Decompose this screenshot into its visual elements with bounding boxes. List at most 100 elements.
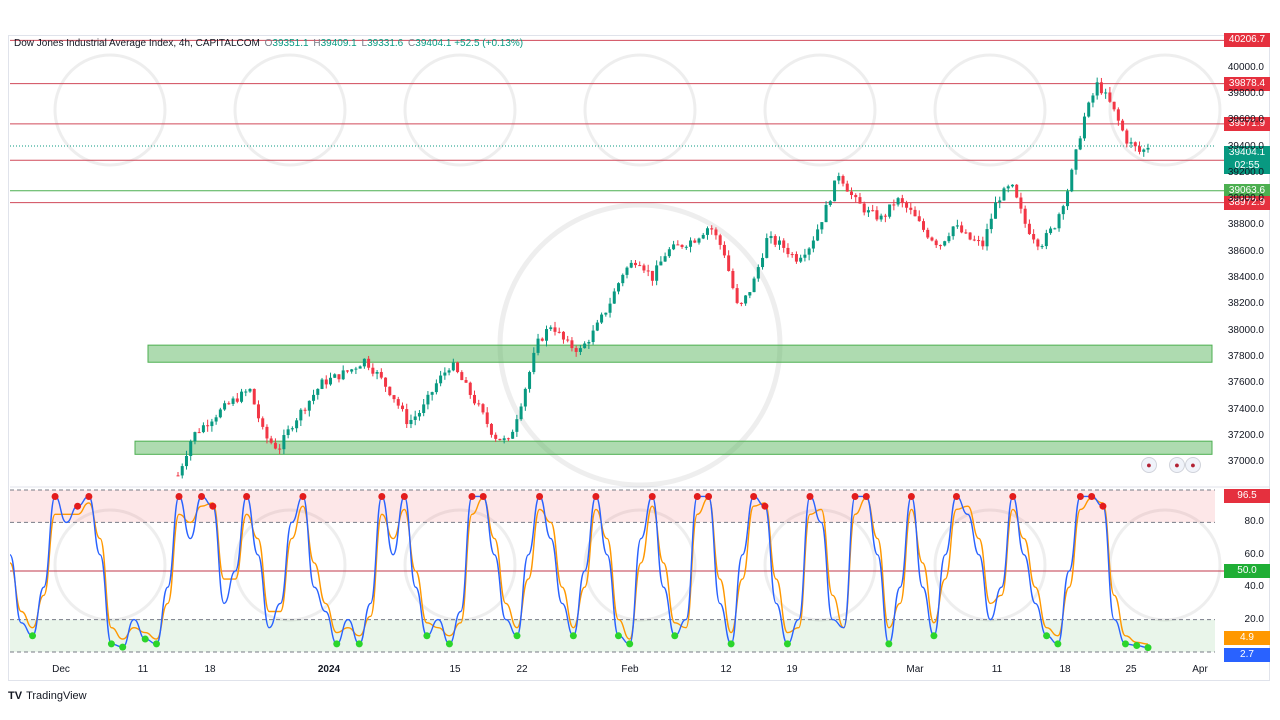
price-candle bbox=[337, 374, 341, 380]
watermark-seal bbox=[1108, 53, 1222, 167]
price-candle bbox=[985, 229, 989, 247]
close-value: 39404.1 bbox=[415, 38, 452, 49]
buy-signal-dot bbox=[626, 640, 634, 648]
buy-signal-dot bbox=[513, 632, 521, 640]
price-candle bbox=[316, 388, 320, 395]
price-candle bbox=[1142, 149, 1146, 152]
price-candle bbox=[218, 409, 222, 418]
price-candle bbox=[769, 236, 773, 239]
price-tick-label: 38400.0 bbox=[1227, 272, 1264, 284]
price-candle bbox=[866, 210, 870, 213]
price-candle bbox=[947, 236, 951, 242]
price-chart[interactable] bbox=[0, 0, 1280, 720]
price-candle bbox=[816, 229, 820, 241]
price-candle bbox=[566, 339, 570, 341]
price-candle bbox=[905, 202, 909, 208]
price-candle bbox=[693, 240, 697, 243]
price-candle bbox=[1125, 130, 1129, 144]
open-value: 39351.1 bbox=[272, 38, 309, 49]
time-tick-label: Apr bbox=[1192, 664, 1208, 675]
price-candle bbox=[515, 419, 519, 432]
price-candle bbox=[180, 466, 184, 476]
price-candle bbox=[879, 215, 883, 220]
watermark-seal bbox=[1108, 508, 1222, 622]
us-flag-icon[interactable]: ● bbox=[1185, 457, 1201, 473]
buy-signal-dot bbox=[1121, 640, 1129, 648]
price-candle bbox=[324, 379, 328, 385]
price-candle bbox=[617, 283, 621, 292]
price-candle bbox=[1066, 191, 1070, 207]
buy-signal-dot bbox=[614, 632, 622, 640]
price-candle bbox=[735, 288, 739, 303]
price-candle bbox=[549, 327, 553, 330]
price-candle bbox=[1112, 101, 1116, 110]
sell-signal-dot bbox=[175, 492, 183, 500]
buy-signal-dot bbox=[885, 640, 893, 648]
price-candle bbox=[464, 380, 468, 383]
sell-signal-dot bbox=[468, 492, 476, 500]
price-candle bbox=[210, 421, 214, 427]
price-candle bbox=[197, 432, 201, 434]
us-flag-icon[interactable]: ● bbox=[1169, 457, 1185, 473]
zone-box bbox=[134, 440, 1213, 455]
time-tick-label: 19 bbox=[786, 664, 798, 675]
price-candle bbox=[782, 240, 786, 248]
price-candle bbox=[820, 222, 824, 230]
buy-signal-dot bbox=[107, 640, 115, 648]
price-candle bbox=[710, 228, 714, 230]
price-candle bbox=[587, 342, 591, 344]
price-candle bbox=[595, 322, 599, 331]
stoch-d-tag: 4.9 bbox=[1224, 631, 1270, 646]
price-candle bbox=[1074, 149, 1078, 170]
price-candle bbox=[756, 267, 760, 279]
change-value: +52.5 (+0.13%) bbox=[454, 38, 524, 49]
price-candle bbox=[807, 248, 811, 255]
price-candle bbox=[286, 429, 290, 436]
watermark-seal bbox=[763, 53, 877, 167]
sell-signal-dot bbox=[1076, 492, 1084, 500]
price-candle bbox=[523, 388, 527, 407]
price-candle bbox=[1036, 239, 1040, 247]
price-candle bbox=[405, 409, 409, 425]
price-candle bbox=[502, 438, 506, 441]
us-flag-icon[interactable]: ● bbox=[1141, 457, 1157, 473]
price-candle bbox=[328, 377, 332, 385]
price-candle bbox=[201, 425, 205, 433]
price-candle bbox=[1015, 184, 1019, 198]
sell-signal-dot bbox=[299, 492, 307, 500]
tradingview-brand[interactable]: TV TradingView bbox=[8, 690, 87, 702]
price-candle bbox=[667, 249, 671, 257]
sell-signal-dot bbox=[85, 492, 93, 500]
price-candle bbox=[320, 379, 324, 389]
zone-box bbox=[147, 344, 1213, 363]
price-candle bbox=[235, 398, 239, 402]
price-candle bbox=[994, 202, 998, 219]
price-candle bbox=[676, 244, 680, 246]
price-tick-label: 37200.0 bbox=[1227, 429, 1264, 441]
time-tick-label: 2024 bbox=[317, 664, 341, 675]
price-candle bbox=[536, 338, 540, 353]
price-tick-label: 39000.0 bbox=[1227, 193, 1264, 205]
price-candle bbox=[1133, 142, 1137, 147]
price-candle bbox=[862, 203, 866, 213]
price-candle bbox=[955, 225, 959, 227]
price-tick-label: 38600.0 bbox=[1227, 245, 1264, 257]
price-candle bbox=[400, 405, 404, 410]
price-candle bbox=[189, 441, 193, 456]
price-candle bbox=[1027, 223, 1031, 235]
price-candle bbox=[240, 391, 244, 402]
price-candle bbox=[888, 204, 892, 217]
price-candle bbox=[1010, 184, 1014, 187]
price-candle bbox=[896, 198, 900, 205]
price-tick-label: 38000.0 bbox=[1227, 324, 1264, 336]
price-candle bbox=[282, 435, 286, 450]
price-candle bbox=[837, 176, 841, 181]
price-candle bbox=[252, 388, 256, 405]
price-candle bbox=[803, 254, 807, 258]
price-candle bbox=[1044, 233, 1048, 247]
price-candle bbox=[1095, 82, 1099, 96]
stoch-mid-tag: 50.0 bbox=[1224, 564, 1270, 578]
watermark-seal bbox=[233, 53, 347, 167]
sell-signal-dot bbox=[1099, 502, 1107, 510]
price-candle bbox=[413, 416, 417, 420]
